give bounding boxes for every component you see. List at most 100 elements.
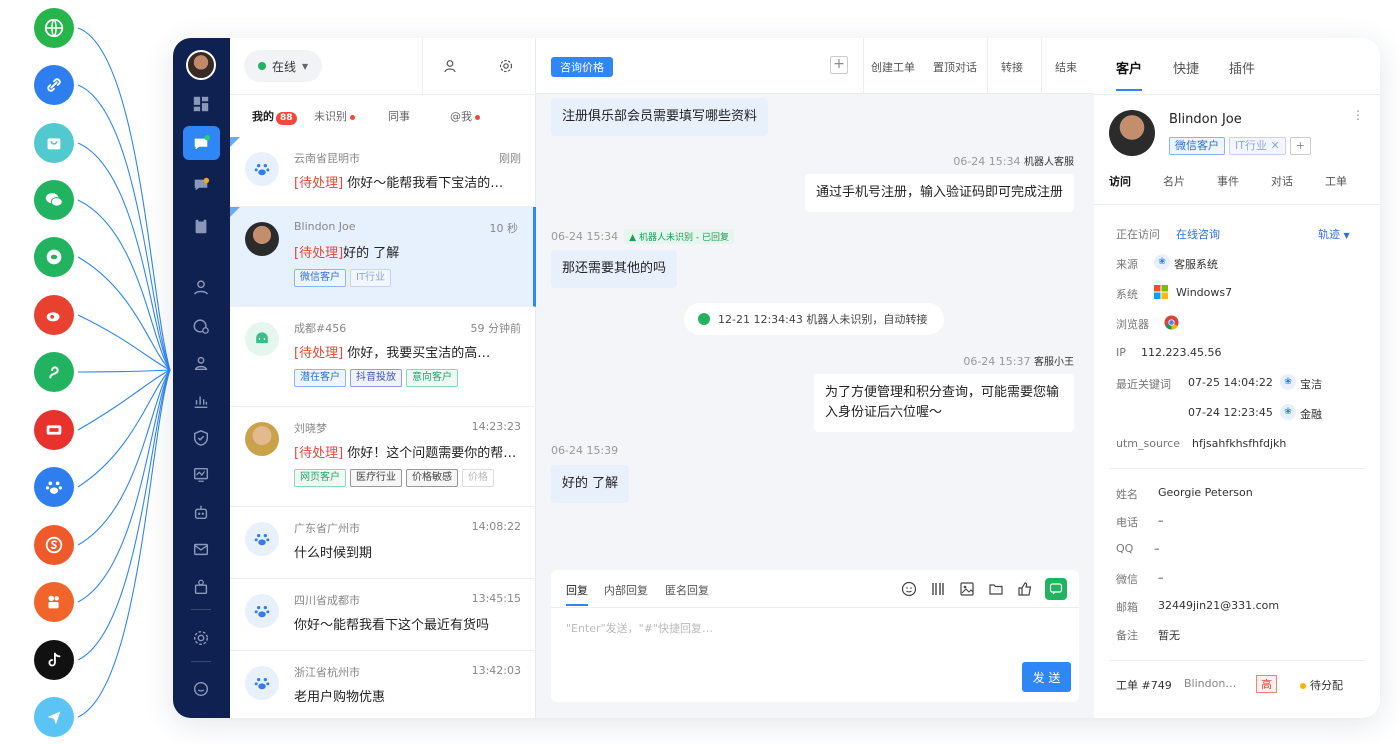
baidu-channel-icon[interactable] — [34, 467, 74, 507]
more-icon[interactable]: ⋮ — [1352, 108, 1364, 122]
quick-reply-icon[interactable] — [929, 580, 947, 598]
ai-assist-icon[interactable] — [1045, 578, 1067, 600]
miniprogram-channel-icon[interactable] — [34, 237, 74, 277]
agent-avatar[interactable] — [186, 50, 216, 80]
tab-unidentified-label: 未识别 — [314, 110, 347, 123]
baidu-avatar-icon — [245, 522, 279, 556]
baidu-avatar-icon — [245, 594, 279, 628]
tab-colleague-label: 同事 — [388, 110, 410, 123]
tab-colleague[interactable]: 同事 — [388, 108, 410, 124]
track-dropdown[interactable]: 轨迹 ▼ — [1318, 226, 1350, 242]
chat-area: 咨询价格 + 创建工单 置顶对话 转接 结束 注册俱乐部会员需要填写哪些资料 0… — [536, 38, 1094, 718]
shop-channel-icon[interactable] — [34, 123, 74, 163]
settings-icon[interactable] — [499, 58, 513, 77]
preview-text: 你好～能帮我看下宝洁的… — [347, 176, 504, 191]
send-button[interactable]: 发 送 — [1022, 662, 1071, 692]
kuaishou-channel-icon[interactable] — [34, 582, 74, 622]
reply-input[interactable]: "Enter"发送，"#"快捷回复… — [566, 620, 713, 636]
tab-plugins[interactable]: 插件 — [1229, 58, 1255, 77]
preview-text: 你好～能帮我看下这个最近有货吗 — [294, 618, 490, 633]
mine-count-badge: 88 — [276, 112, 297, 125]
history-icon[interactable] — [190, 315, 212, 337]
conversation-item[interactable]: 广东省广州市 14:08:22 什么时候到期 — [230, 507, 536, 579]
conversation-time: 13:45:15 — [471, 592, 521, 605]
subtab-tickets[interactable]: 工单 — [1325, 173, 1347, 189]
ticket-row[interactable]: 工单 #749 Blindon… 高 待分配 — [1094, 674, 1380, 698]
gear-icon[interactable] — [190, 627, 212, 649]
tab-quick[interactable]: 快捷 — [1173, 58, 1199, 77]
tab-customer[interactable]: 客户 — [1116, 58, 1143, 91]
message-time: 06-24 15:39 — [551, 444, 619, 457]
customer-name: Blindon Joe — [1169, 112, 1242, 127]
create-ticket-button[interactable]: 创建工单 — [871, 59, 915, 75]
clipboard-icon[interactable] — [190, 215, 212, 237]
chat-icon[interactable] — [190, 133, 212, 155]
baidu-avatar-icon — [245, 666, 279, 700]
robot-icon[interactable] — [190, 501, 212, 523]
conversation-item[interactable]: 成都#456 59 分钟前 [待处理] 你好，我要买宝洁的高… 潜在客户 抖音投… — [230, 307, 536, 407]
subtab-card[interactable]: 名片 — [1163, 173, 1185, 189]
conversation-item[interactable]: Blindon Joe 10 秒 [待处理]好的 了解 微信客户 IT行业 — [230, 207, 536, 307]
transfer-button[interactable]: 转接 — [1001, 59, 1023, 75]
main-nav — [173, 38, 230, 718]
baidu-icon: ❀ — [1154, 254, 1170, 270]
conversation-preview: [待处理] 你好，我要买宝洁的高… — [294, 342, 490, 361]
weibo-channel-icon[interactable] — [34, 295, 74, 335]
tab-mine[interactable]: 我的 88 — [252, 108, 297, 125]
keyword-time: 07-25 14:04:22 — [1188, 376, 1273, 389]
source-label: 来源 — [1116, 258, 1138, 271]
web-channel-icon[interactable] — [34, 8, 74, 48]
add-tag-button[interactable]: + — [830, 56, 848, 74]
agent-message: 通过手机号注册，输入验证码即可完成注册 — [804, 174, 1074, 212]
folder-icon[interactable] — [987, 580, 1005, 598]
thumbs-up-icon[interactable] — [1016, 580, 1034, 598]
apps-icon[interactable] — [190, 576, 212, 598]
end-button[interactable]: 结束 — [1055, 59, 1077, 75]
pin-conversation-button[interactable]: 置顶对话 — [933, 59, 977, 75]
tab-mention[interactable]: @我 — [450, 108, 480, 124]
douyin-channel-icon[interactable] — [34, 640, 74, 680]
message-time: 06-24 15:34 — [551, 230, 619, 243]
conversation-item[interactable]: 四川省成都市 13:45:15 你好～能帮我看下这个最近有货吗 — [230, 579, 536, 651]
sogou-channel-icon[interactable] — [34, 525, 74, 565]
topic-tag[interactable]: 咨询价格 — [551, 57, 613, 77]
subtab-conversations[interactable]: 对话 — [1271, 173, 1293, 189]
status-dropdown[interactable]: 在线 ▼ — [244, 50, 322, 82]
monitor-icon[interactable] — [190, 464, 212, 486]
image-icon[interactable] — [958, 580, 976, 598]
conversation-item[interactable]: 浙江省杭州市 13:42:03 老用户购物优惠 — [230, 651, 536, 718]
user-icon[interactable] — [190, 276, 212, 298]
add-tag-button[interactable]: + — [1289, 137, 1311, 155]
tag: 抖音投放 — [350, 369, 402, 387]
baidu-avatar-icon — [245, 152, 279, 186]
robot-status-badge: ▲ 机器人未识别 - 已回复 — [624, 229, 734, 244]
online-dot — [258, 62, 266, 70]
close-icon[interactable]: ✕ — [1270, 139, 1279, 152]
mail-icon[interactable] — [190, 538, 212, 560]
profile-icon[interactable] — [443, 58, 457, 77]
send-channel-icon[interactable] — [34, 697, 74, 737]
support-chat-icon[interactable] — [190, 678, 212, 700]
message-time: 06-24 15:34 — [953, 155, 1021, 168]
tag-removable[interactable]: IT行业 ✕ — [1229, 137, 1286, 155]
wechat-channel-icon[interactable] — [34, 180, 74, 220]
subtab-visit[interactable]: 访问 — [1109, 173, 1131, 189]
message-icon[interactable] — [190, 174, 212, 196]
tab-anonymous-reply[interactable]: 匿名回复 — [665, 582, 709, 598]
subtab-events[interactable]: 事件 — [1217, 173, 1239, 189]
link-channel-icon[interactable] — [34, 65, 74, 105]
conversation-location: 云南省昆明市 — [294, 152, 360, 165]
conversation-item[interactable]: 刘晓梦 14:23:23 [待处理] 你好！这个问题需要你的帮… 网页客户 医疗… — [230, 407, 536, 507]
toutiao-channel-icon[interactable] — [34, 410, 74, 450]
shield-icon[interactable] — [190, 427, 212, 449]
track-label: 轨迹 — [1318, 228, 1340, 241]
tab-reply[interactable]: 回复 — [566, 582, 588, 606]
conversation-item[interactable]: 云南省昆明市 刚刚 [待处理] 你好～能帮我看下宝洁的… — [230, 137, 536, 207]
app-channel-icon[interactable] — [34, 352, 74, 392]
tab-internal-reply[interactable]: 内部回复 — [604, 582, 648, 598]
emoji-icon[interactable] — [900, 580, 918, 598]
dashboard-icon[interactable] — [190, 93, 212, 115]
tab-unidentified[interactable]: 未识别 — [314, 108, 355, 124]
contacts-icon[interactable] — [190, 352, 212, 374]
stats-icon[interactable] — [190, 390, 212, 412]
